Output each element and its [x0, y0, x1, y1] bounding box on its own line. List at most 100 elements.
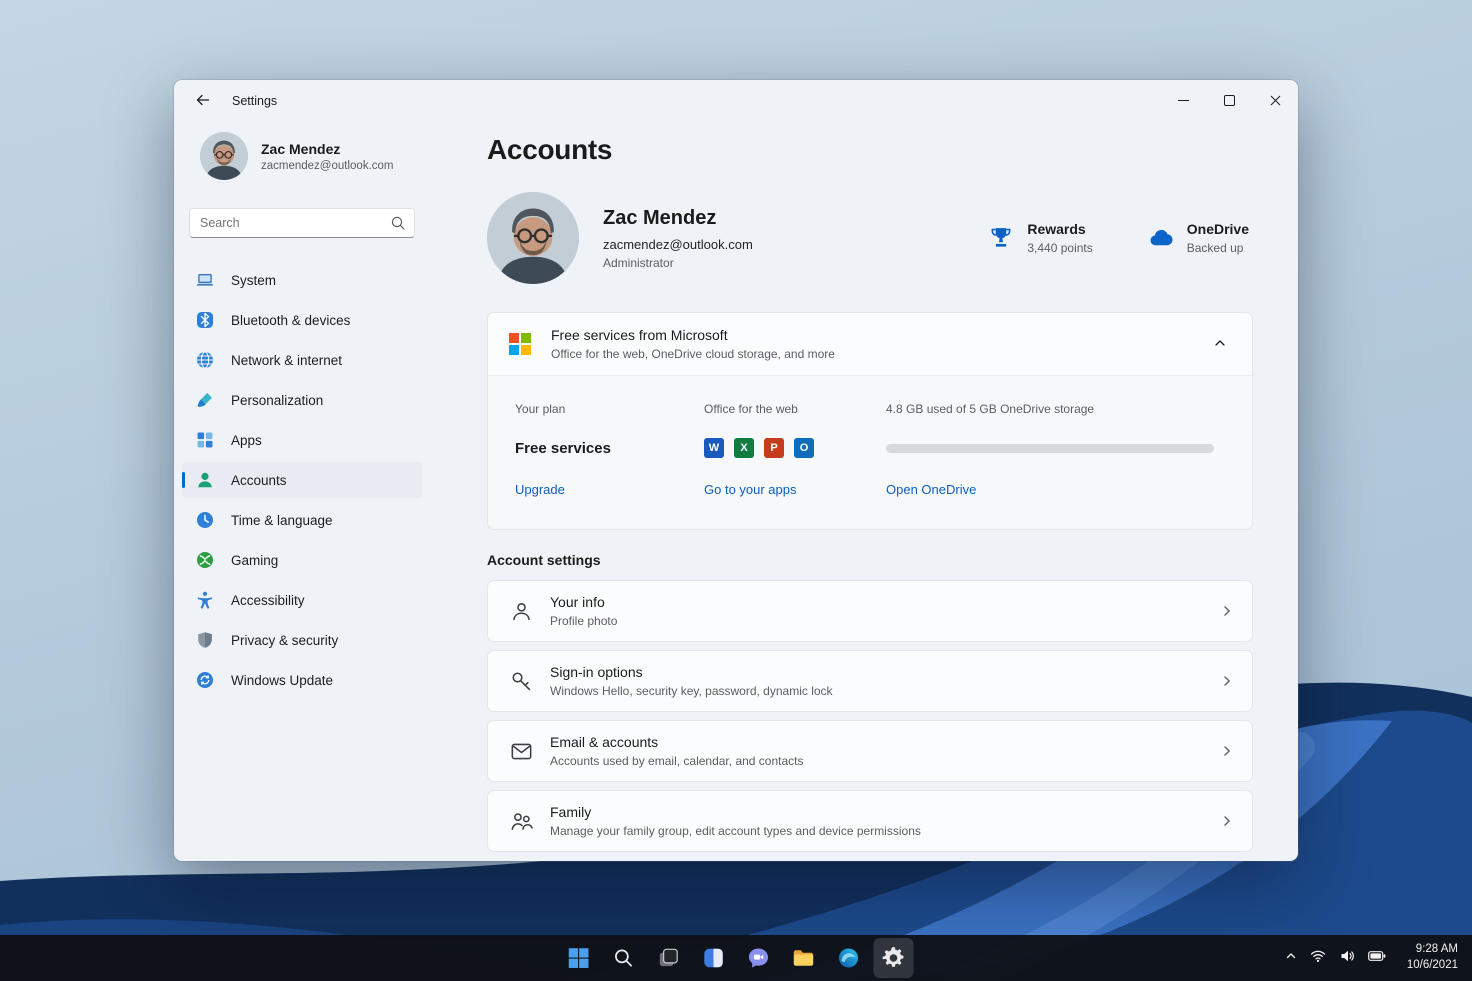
- row-title: Sign-in options: [550, 664, 643, 680]
- sidebar-user-profile[interactable]: Zac Mendez zacmendez@outlook.com: [200, 132, 474, 180]
- sidebar-item-bluetooth-devices[interactable]: Bluetooth & devices: [182, 302, 422, 338]
- key-icon: [509, 669, 534, 694]
- minimize-button[interactable]: [1160, 80, 1206, 122]
- open-onedrive-link[interactable]: Open OneDrive: [886, 482, 976, 497]
- onedrive-cloud-icon: [1147, 224, 1175, 252]
- sidebar-item-label: System: [231, 272, 277, 288]
- onedrive-status: Backed up: [1186, 241, 1244, 255]
- page-title: Accounts: [487, 134, 613, 165]
- profile-email: zacmendez@outlook.com: [603, 236, 753, 252]
- close-button[interactable]: [1252, 80, 1298, 122]
- row-subtitle: Accounts used by email, calendar, and co…: [550, 754, 804, 768]
- clock-date: 10/6/2021: [1406, 959, 1458, 971]
- user-avatar: [200, 132, 248, 180]
- search-icon: [611, 945, 637, 971]
- network-globe-icon: [195, 350, 215, 370]
- shield-icon: [195, 630, 215, 650]
- sidebar-item-personalization[interactable]: Personalization: [182, 382, 422, 418]
- email-accounts-row[interactable]: Email & accounts Accounts used by email,…: [487, 720, 1253, 782]
- row-subtitle: Profile photo: [550, 614, 618, 628]
- rewards-points: 3,440 points: [1027, 241, 1093, 255]
- chevron-right-icon: [1220, 604, 1234, 618]
- selected-indicator: [182, 472, 185, 488]
- go-to-apps-link[interactable]: Go to your apps: [704, 482, 797, 497]
- office-label: Office for the web: [704, 402, 798, 416]
- show-hidden-icons-button[interactable]: [1283, 945, 1299, 971]
- start-button[interactable]: [559, 938, 599, 978]
- back-button[interactable]: [188, 86, 218, 116]
- edge-button[interactable]: [829, 938, 869, 978]
- mail-icon: [509, 739, 534, 764]
- free-services-header[interactable]: Free services from Microsoft Office for …: [488, 313, 1252, 375]
- row-subtitle: Manage your family group, edit account t…: [550, 824, 921, 838]
- profile-role: Administrator: [603, 255, 674, 270]
- sidebar-item-label: Apps: [231, 432, 262, 448]
- plan-column: Your plan Free services Upgrade: [515, 402, 704, 497]
- rewards-badge[interactable]: Rewards 3,440 points: [987, 221, 1093, 255]
- search-input[interactable]: [189, 208, 415, 238]
- wifi-icon: [1310, 948, 1326, 969]
- sidebar-item-label: Accessibility: [231, 592, 305, 608]
- sidebar-item-apps[interactable]: Apps: [182, 422, 422, 458]
- family-row[interactable]: Family Manage your family group, edit ac…: [487, 790, 1253, 852]
- word-icon: W: [704, 438, 724, 458]
- back-arrow-icon: [195, 92, 211, 111]
- family-icon: [509, 809, 534, 834]
- storage-column: 4.8 GB used of 5 GB OneDrive storage Ope…: [886, 402, 1232, 497]
- sidebar-item-label: Time & language: [231, 512, 333, 528]
- system-icon: [195, 270, 215, 290]
- powerpoint-icon: P: [764, 438, 784, 458]
- maximize-button[interactable]: [1206, 80, 1252, 122]
- sidebar-item-privacy-security[interactable]: Privacy & security: [182, 622, 422, 658]
- widgets-button[interactable]: [694, 938, 734, 978]
- speaker-icon: [1339, 948, 1355, 969]
- sidebar-item-time-language[interactable]: Time & language: [182, 502, 422, 538]
- close-icon: [1270, 94, 1281, 109]
- task-view-button[interactable]: [649, 938, 689, 978]
- row-subtitle: Windows Hello, security key, password, d…: [550, 684, 833, 698]
- sidebar-item-gaming[interactable]: Gaming: [182, 542, 422, 578]
- sidebar-item-label: Network & internet: [231, 352, 343, 368]
- widgets-icon: [701, 945, 727, 971]
- collapse-button[interactable]: [1202, 326, 1238, 362]
- taskbar-search-button[interactable]: [604, 938, 644, 978]
- clock[interactable]: 9:28 AM 10/6/2021: [1403, 939, 1462, 976]
- chevron-up-icon: [1285, 949, 1297, 967]
- sidebar-item-system[interactable]: System: [182, 262, 422, 298]
- sidebar-item-accessibility[interactable]: Accessibility: [182, 582, 422, 618]
- row-title: Your info: [550, 594, 605, 610]
- chevron-up-icon: [1213, 336, 1227, 353]
- sign-in-options-row[interactable]: Sign-in options Windows Hello, security …: [487, 650, 1253, 712]
- sidebar: Zac Mendez zacmendez@outlook.com System: [174, 122, 474, 861]
- apps-grid-icon: [195, 430, 215, 450]
- chevron-right-icon: [1220, 814, 1234, 828]
- chat-button[interactable]: [739, 938, 779, 978]
- search-box: [189, 208, 415, 238]
- battery-tray-button[interactable]: [1366, 945, 1388, 971]
- free-services-subtitle: Office for the web, OneDrive cloud stora…: [551, 347, 835, 361]
- volume-tray-button[interactable]: [1337, 944, 1357, 973]
- free-services-body: Your plan Free services Upgrade Office f…: [488, 375, 1252, 529]
- file-explorer-button[interactable]: [784, 938, 824, 978]
- sidebar-item-label: Personalization: [231, 392, 324, 408]
- row-title: Family: [550, 804, 592, 820]
- network-tray-button[interactable]: [1308, 944, 1328, 973]
- settings-taskbar-button[interactable]: [873, 938, 914, 978]
- bluetooth-icon: [195, 310, 215, 330]
- personalization-brush-icon: [195, 390, 215, 410]
- onedrive-badge[interactable]: OneDrive Backed up: [1147, 221, 1249, 255]
- taskbar: 9:28 AM 10/6/2021: [0, 935, 1472, 981]
- upgrade-link[interactable]: Upgrade: [515, 482, 565, 497]
- clock-time: 9:28 AM: [1415, 943, 1458, 956]
- your-info-row[interactable]: Your info Profile photo: [487, 580, 1253, 642]
- sidebar-item-label: Accounts: [231, 472, 287, 488]
- sidebar-item-network-internet[interactable]: Network & internet: [182, 342, 422, 378]
- chevron-right-icon: [1220, 744, 1234, 758]
- free-services-title: Free services from Microsoft: [551, 327, 728, 343]
- sidebar-item-accounts[interactable]: Accounts: [182, 462, 422, 498]
- window-controls: [1160, 80, 1298, 122]
- sidebar-item-windows-update[interactable]: Windows Update: [182, 662, 422, 698]
- settings-window: Settings Zac Mendez zacmendez@outlook.co…: [174, 80, 1298, 861]
- microsoft-logo-icon: [509, 333, 531, 355]
- window-title: Settings: [232, 94, 278, 108]
